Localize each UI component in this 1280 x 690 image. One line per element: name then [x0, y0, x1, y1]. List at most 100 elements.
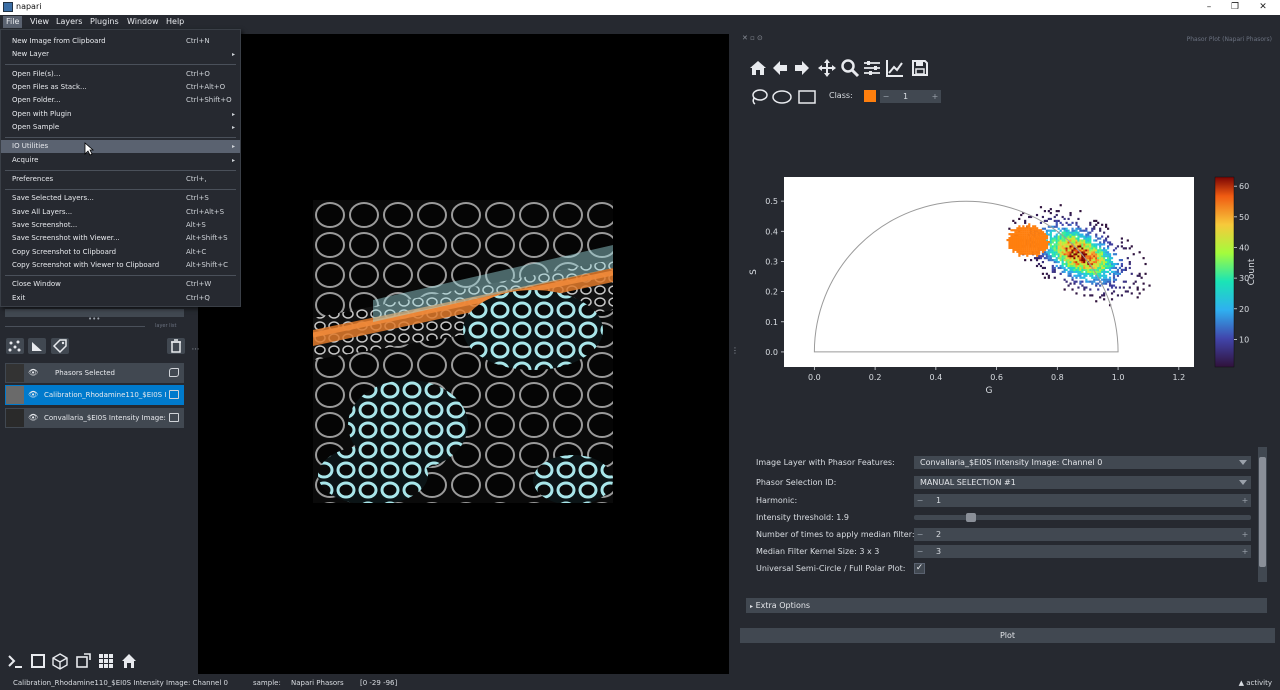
menu-open-files-stack[interactable]: Open Files as Stack... Ctrl+Alt+O: [1, 81, 240, 94]
menu-new-layer[interactable]: New Layer ▸: [1, 48, 240, 61]
semicircle-checkbox[interactable]: ✓: [914, 563, 925, 574]
scrollbar-thumb[interactable]: [1259, 457, 1266, 567]
extra-options-section[interactable]: ▸ Extra Options: [746, 598, 1267, 613]
colorbar: [1214, 176, 1235, 368]
home-icon[interactable]: [748, 58, 768, 78]
labels-layer-button[interactable]: [51, 338, 69, 354]
heatmap-bin: [1057, 237, 1060, 240]
menu-io-utilities[interactable]: IO Utilities ▸: [1, 140, 240, 153]
menu-copy-screenshot-viewer[interactable]: Copy Screenshot with Viewer to Clipboard…: [1, 259, 240, 272]
image-layer-combo[interactable]: Convallaria_$EI0S Intensity Image: Chann…: [914, 456, 1251, 469]
kernel-decrement[interactable]: −: [914, 545, 926, 558]
menu-save-screenshot-viewer[interactable]: Save Screenshot with Viewer... Alt+Shift+…: [1, 232, 240, 245]
points-layer-button[interactable]: [6, 338, 24, 354]
heatmap-bin: [1061, 243, 1064, 246]
menu-view[interactable]: View: [27, 16, 52, 28]
layer-row-phasors-selected[interactable]: 👁 Phasors Selected: [5, 363, 184, 383]
heatmap-bin: [1087, 255, 1090, 258]
class-spinbox[interactable]: − 1 +: [880, 90, 941, 103]
zoom-icon[interactable]: [840, 58, 860, 78]
intensity-slider[interactable]: [914, 515, 1251, 520]
cube-3d-icon[interactable]: [51, 652, 69, 670]
heatmap-bin: [1089, 255, 1092, 258]
harmonic-spinbox[interactable]: − 1 +: [914, 494, 1251, 507]
menu-acquire[interactable]: Acquire ▸: [1, 154, 240, 167]
ellipse-icon[interactable]: [772, 87, 792, 107]
lasso-icon[interactable]: [749, 87, 769, 107]
menu-window[interactable]: Window: [124, 16, 162, 28]
close-window-button[interactable]: ✕: [1250, 0, 1276, 15]
harmonic-decrement[interactable]: −: [914, 494, 926, 507]
menu-open-files[interactable]: Open File(s)... Ctrl+O: [1, 68, 240, 81]
heatmap-bin: [1081, 284, 1084, 287]
class-decrement[interactable]: −: [880, 90, 892, 103]
median-times-increment[interactable]: +: [1239, 528, 1251, 541]
heatmap-bin: [1091, 262, 1094, 266]
grid-icon[interactable]: [97, 652, 115, 670]
rectangle-icon[interactable]: [797, 87, 817, 107]
menu-exit[interactable]: Exit Ctrl+Q: [1, 292, 240, 305]
heatmap-bin: [1059, 266, 1062, 270]
menu-copy-screenshot[interactable]: Copy Screenshot to Clipboard Alt+C: [1, 246, 240, 259]
phasor-plot[interactable]: 0.0 0.2 0.4 0.6 0.8 1.0 1.2 0.0 0.1 0.2 0.3 0.4 0.5…: [746, 165, 1260, 405]
home-view-icon[interactable]: [120, 652, 138, 670]
heatmap-bin: [1112, 280, 1116, 283]
visibility-eye-icon[interactable]: 👁: [28, 368, 38, 377]
dock-controls[interactable]: ✕ ▫ ⊙: [742, 34, 763, 42]
class-color-swatch[interactable]: [864, 90, 876, 102]
selection-id-combo[interactable]: MANUAL SELECTION #1: [914, 476, 1251, 489]
menu-close-window[interactable]: Close Window Ctrl+W: [1, 278, 240, 291]
selected-bin: [1008, 242, 1011, 246]
kernel-increment[interactable]: +: [1239, 545, 1251, 558]
kernel-size-spinbox[interactable]: − 3 +: [914, 545, 1251, 558]
forward-arrow-icon[interactable]: [792, 58, 812, 78]
menu-save-selected-layers[interactable]: Save Selected Layers... Ctrl+S: [1, 192, 240, 205]
selected-bin: [1030, 250, 1033, 253]
heatmap-bin: [1128, 247, 1131, 250]
shapes-layer-button[interactable]: [28, 338, 46, 354]
heatmap-bin: [1061, 227, 1064, 230]
dock-handle[interactable]: •••: [88, 315, 100, 323]
selected-bin: [1036, 244, 1039, 248]
save-icon[interactable]: [910, 58, 930, 78]
menu-plugins[interactable]: Plugins: [87, 16, 122, 28]
minimize-button[interactable]: –: [1196, 0, 1222, 15]
menu-save-all-layers[interactable]: Save All Layers... Ctrl+Alt+S: [1, 206, 240, 219]
heatmap-bin: [1067, 243, 1070, 246]
menu-new-image-clipboard[interactable]: New Image from Clipboard Ctrl+N: [1, 35, 240, 48]
menu-save-screenshot[interactable]: Save Screenshot... Alt+S: [1, 219, 240, 232]
restore-button[interactable]: ❐: [1222, 0, 1248, 15]
harmonic-increment[interactable]: +: [1239, 494, 1251, 507]
activity-indicator[interactable]: ▲ activity: [1239, 677, 1272, 690]
splitter-handle-right[interactable]: ⋮: [731, 346, 739, 355]
form-scrollbar[interactable]: [1258, 447, 1267, 582]
heatmap-bin: [1091, 251, 1094, 254]
median-times-spinbox[interactable]: − 2 +: [914, 528, 1251, 541]
back-arrow-icon[interactable]: [770, 58, 790, 78]
menu-layers[interactable]: Layers: [53, 16, 85, 28]
line-edit-icon[interactable]: [885, 58, 905, 78]
visibility-eye-icon[interactable]: 👁: [28, 413, 38, 422]
pan-icon[interactable]: [817, 58, 837, 78]
plot-button[interactable]: Plot: [740, 628, 1275, 643]
layer-row-convallaria[interactable]: 👁 Convallaria_$EI0S Intensity Image: Cha…: [5, 408, 184, 428]
class-increment[interactable]: +: [929, 90, 941, 103]
configure-icon[interactable]: [862, 58, 882, 78]
roll-dims-icon[interactable]: [74, 652, 92, 670]
visibility-eye-icon[interactable]: 👁: [28, 390, 38, 399]
delete-layer-button[interactable]: [167, 338, 185, 354]
console-icon[interactable]: [6, 652, 24, 670]
menu-file[interactable]: File: [3, 16, 23, 28]
heatmap-bin: [1057, 245, 1060, 248]
layer-row-calibration[interactable]: 👁 Calibration_Rhodamine110_$EI0S Intensi…: [5, 385, 184, 405]
ndisplay-square-icon[interactable]: [29, 652, 47, 670]
splitter-handle[interactable]: ⋮: [191, 345, 200, 353]
median-times-decrement[interactable]: −: [914, 528, 926, 541]
heatmap-bin: [1073, 259, 1076, 262]
menu-open-with-plugin[interactable]: Open with Plugin ▸: [1, 108, 240, 121]
menu-open-sample[interactable]: Open Sample ▸: [1, 121, 240, 134]
menu-open-folder[interactable]: Open Folder... Ctrl+Shift+O: [1, 94, 240, 107]
menu-preferences[interactable]: Preferences Ctrl+,: [1, 173, 240, 186]
menu-help[interactable]: Help: [163, 16, 187, 28]
intensity-slider-handle[interactable]: [966, 513, 977, 522]
